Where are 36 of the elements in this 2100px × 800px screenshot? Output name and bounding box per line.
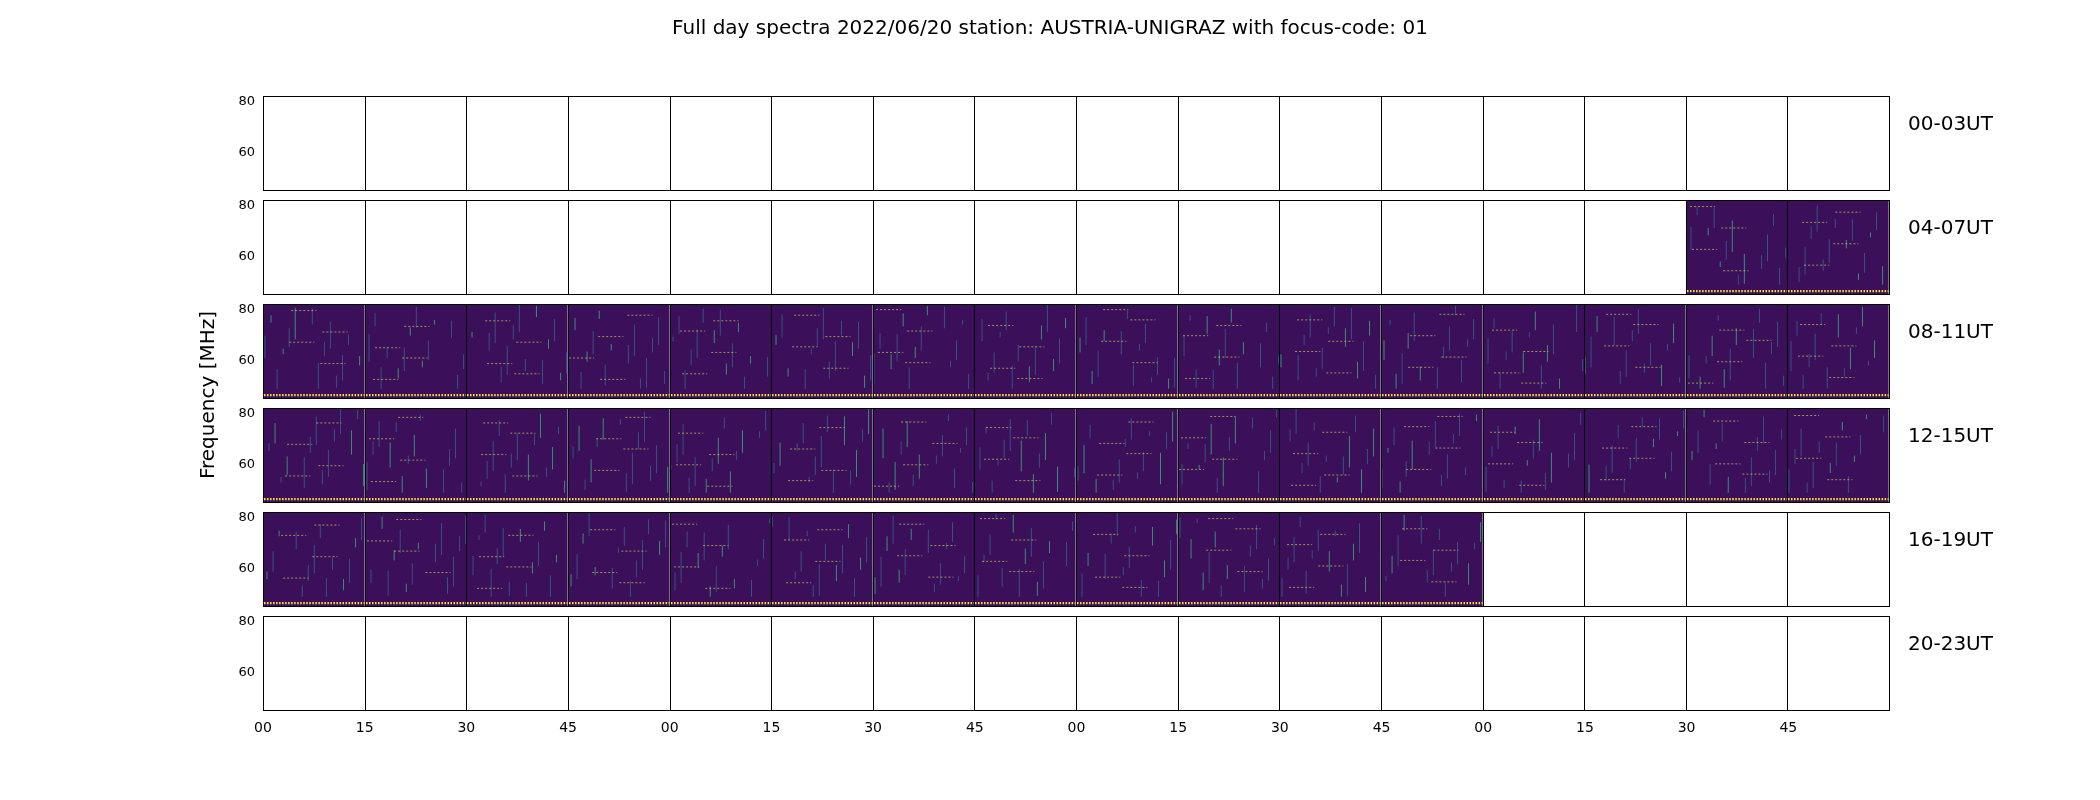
tick-label: 15	[1576, 718, 1594, 737]
time-range-label: 12-15UT	[1908, 423, 1993, 447]
tick-label: 30	[457, 718, 476, 737]
tick-label: 30	[1677, 718, 1696, 737]
tick-label: 00	[660, 718, 679, 737]
tick-label: 45	[559, 718, 577, 737]
tick-label: 80	[238, 510, 255, 523]
tick-label: 45	[1779, 718, 1798, 737]
tick-label: 00	[1474, 718, 1493, 737]
tick-label: 80	[238, 614, 255, 627]
time-range-label: 04-07UT	[1908, 215, 1993, 239]
time-range-label: 00-03UT	[1908, 111, 1993, 135]
time-range-label: 08-11UT	[1908, 319, 1993, 343]
tick-label: 15	[355, 718, 374, 737]
tick-label: 45	[965, 718, 984, 737]
tick-label: 60	[238, 457, 255, 470]
tick-label: 00	[1067, 718, 1086, 737]
tick-label: 60	[238, 561, 255, 574]
figure-title: Full day spectra 2022/06/20 station: AUSTRIA-UNIGRAZ with focus-code: 01	[672, 14, 1428, 41]
tick-label: 60	[238, 145, 255, 158]
tick-label: 80	[238, 302, 255, 315]
tick-label: 60	[238, 665, 255, 678]
time-range-label: 20-23UT	[1908, 631, 1993, 655]
tick-label: 80	[238, 406, 255, 419]
tick-label: 30	[864, 718, 883, 737]
tick-label: 60	[238, 249, 255, 262]
tick-label: 60	[238, 353, 255, 366]
tick-label: 15	[762, 718, 781, 737]
tick-label: 80	[238, 198, 255, 211]
tick-label: 80	[238, 94, 255, 107]
time-range-label: 16-19UT	[1908, 527, 1993, 551]
tick-label: 30	[1270, 718, 1289, 737]
axis-label: Frequency [MHz]	[194, 310, 220, 480]
tick-label: 45	[1372, 718, 1391, 737]
tick-label: 00	[254, 718, 272, 737]
tick-label: 15	[1169, 718, 1188, 737]
